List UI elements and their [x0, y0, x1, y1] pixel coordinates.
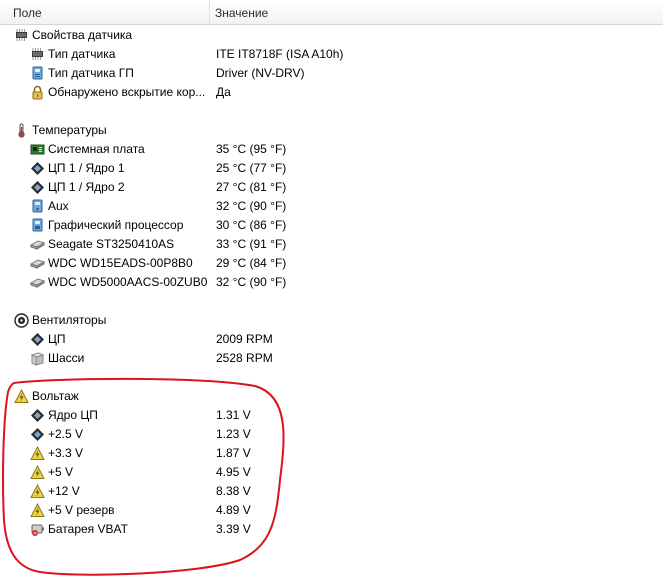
sensor-row[interactable]: Батарея VBAT 3.39 V [0, 520, 663, 539]
hdd-icon [30, 256, 45, 271]
category-fans[interactable]: Вентиляторы [0, 311, 663, 330]
sensor-label: ЦП 1 / Ядро 1 [48, 161, 125, 175]
sensor-label: WDC WD5000AACS-00ZUB0 [48, 275, 208, 289]
sensor-value: 4.95 V [216, 465, 251, 479]
sensor-label: Батарея VBAT [48, 522, 128, 536]
category-voltage[interactable]: Вольтаж [0, 387, 663, 406]
sensor-row[interactable]: Шасси 2528 RPM [0, 349, 663, 368]
column-header-field[interactable]: Поле [0, 0, 210, 24]
sensor-label: Seagate ST3250410AS [48, 237, 175, 251]
sensor-list: Свойства датчика Тип датчика ITE IT8718F… [0, 26, 663, 539]
chassis-icon [30, 351, 45, 366]
gpu-sensor-icon [30, 66, 45, 81]
category-sensor-properties[interactable]: Свойства датчика [0, 26, 663, 45]
category-label: Вольтаж [32, 389, 79, 403]
sensor-label: Шасси [48, 351, 85, 365]
column-header-value[interactable]: Значение [210, 0, 663, 24]
gpu-icon [30, 218, 45, 233]
sensor-value: 32 °C (90 °F) [216, 199, 287, 213]
sensor-row[interactable]: ЦП 2009 RPM [0, 330, 663, 349]
cpu-icon [30, 408, 45, 423]
cpu-icon [30, 180, 45, 195]
computer-icon [30, 199, 45, 214]
sensor-value: Driver (NV-DRV) [216, 66, 305, 80]
sensor-value: 2009 RPM [216, 332, 273, 346]
category-label: Температуры [32, 123, 107, 137]
sensor-label: +3.3 V [48, 446, 84, 460]
sensor-value: 3.39 V [216, 522, 251, 536]
sensor-value: 1.23 V [216, 427, 251, 441]
fan-icon [14, 313, 29, 328]
category-label: Свойства датчика [32, 28, 133, 42]
hdd-icon [30, 237, 45, 252]
chip-icon [30, 47, 45, 62]
sensor-row[interactable]: ЦП 1 / Ядро 1 25 °C (77 °F) [0, 159, 663, 178]
sensor-row[interactable]: Тип датчика ГП Driver (NV-DRV) [0, 64, 663, 83]
lock-icon [30, 85, 45, 100]
hdd-icon [30, 275, 45, 290]
motherboard-icon [30, 142, 45, 157]
sensor-label: Обнаружено вскрытие кор... [48, 85, 206, 99]
cpu-icon [30, 161, 45, 176]
sensor-label: Aux [48, 199, 69, 213]
sensor-row[interactable]: WDC WD15EADS-00P8B0 29 °C (84 °F) [0, 254, 663, 273]
sensor-row[interactable]: +12 V 8.38 V [0, 482, 663, 501]
battery-icon [30, 522, 45, 537]
sensor-value: 1.87 V [216, 446, 251, 460]
sensor-value: 32 °C (90 °F) [216, 275, 287, 289]
sensor-label: Графический процессор [48, 218, 184, 232]
sensor-row[interactable]: Aux 32 °C (90 °F) [0, 197, 663, 216]
sensor-label: ЦП [48, 332, 66, 346]
sensor-row[interactable]: +2.5 V 1.23 V [0, 425, 663, 444]
chip-icon [14, 28, 29, 43]
sensor-row[interactable]: Обнаружено вскрытие кор... Да [0, 83, 663, 102]
sensor-value: 33 °C (91 °F) [216, 237, 287, 251]
category-temperatures[interactable]: Температуры [0, 121, 663, 140]
sensor-row[interactable]: +5 V резерв 4.89 V [0, 501, 663, 520]
voltage-icon [30, 465, 45, 480]
sensor-row[interactable]: +5 V 4.95 V [0, 463, 663, 482]
sensor-row[interactable]: Ядро ЦП 1.31 V [0, 406, 663, 425]
sensor-row[interactable]: Seagate ST3250410AS 33 °C (91 °F) [0, 235, 663, 254]
sensor-label: WDC WD15EADS-00P8B0 [48, 256, 193, 270]
sensor-row[interactable]: ЦП 1 / Ядро 2 27 °C (81 °F) [0, 178, 663, 197]
sensor-value: 1.31 V [216, 408, 251, 422]
sensor-label: +5 V [48, 465, 74, 479]
sensor-label: Тип датчика [48, 47, 116, 61]
voltage-icon [30, 446, 45, 461]
sensor-value: Да [216, 85, 231, 99]
sensor-value: 2528 RPM [216, 351, 273, 365]
sensor-row[interactable]: Графический процессор 30 °C (86 °F) [0, 216, 663, 235]
voltage-icon [30, 484, 45, 499]
sensor-label: +2.5 V [48, 427, 84, 441]
sensor-label: Системная плата [48, 142, 145, 156]
sensor-row[interactable]: +3.3 V 1.87 V [0, 444, 663, 463]
sensor-row[interactable]: Системная плата 35 °C (95 °F) [0, 140, 663, 159]
sensor-value: 29 °C (84 °F) [216, 256, 287, 270]
sensor-label: Тип датчика ГП [48, 66, 134, 80]
sensor-value: 30 °C (86 °F) [216, 218, 287, 232]
sensor-label: +5 V резерв [48, 503, 115, 517]
sensor-label: ЦП 1 / Ядро 2 [48, 180, 125, 194]
cpu-icon [30, 427, 45, 442]
sensor-row[interactable]: WDC WD5000AACS-00ZUB0 32 °C (90 °F) [0, 273, 663, 292]
thermometer-icon [14, 123, 29, 138]
category-label: Вентиляторы [32, 313, 107, 327]
column-header: Поле Значение [0, 0, 663, 25]
sensor-row[interactable]: Тип датчика ITE IT8718F (ISA A10h) [0, 45, 663, 64]
sensor-value: 35 °C (95 °F) [216, 142, 287, 156]
sensor-value: 4.89 V [216, 503, 251, 517]
sensor-label: +12 V [48, 484, 80, 498]
cpu-icon [30, 332, 45, 347]
sensor-value: ITE IT8718F (ISA A10h) [216, 47, 344, 61]
sensor-label: Ядро ЦП [48, 408, 98, 422]
sensor-value: 8.38 V [216, 484, 251, 498]
sensor-value: 25 °C (77 °F) [216, 161, 287, 175]
sensor-value: 27 °C (81 °F) [216, 180, 287, 194]
voltage-icon [30, 503, 45, 518]
voltage-icon [14, 389, 29, 404]
